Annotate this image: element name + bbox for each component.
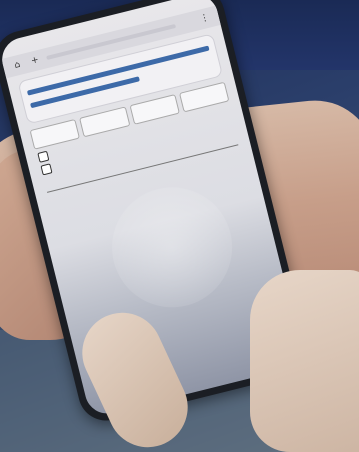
checkbox[interactable] (37, 150, 50, 163)
add-tab-icon[interactable]: + (28, 54, 43, 69)
checkbox[interactable] (40, 163, 53, 176)
screen-glare (99, 174, 245, 321)
menu-icon[interactable]: ⋮ (197, 11, 212, 26)
right-hand (250, 270, 359, 452)
photo-scene: ⌂ + ⋮ (0, 0, 359, 452)
tab-count[interactable] (180, 16, 195, 31)
home-icon[interactable]: ⌂ (10, 58, 25, 73)
